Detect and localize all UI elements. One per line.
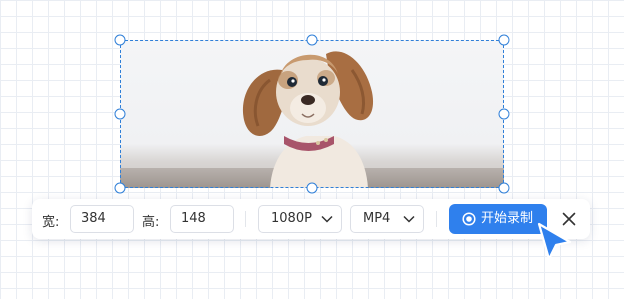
- recording-toolbar: 宽: 384 高: 148 1080P MP4 开始录制: [32, 199, 590, 239]
- resize-handle-bottom-left[interactable]: [114, 182, 126, 194]
- resolution-select[interactable]: 1080P: [258, 205, 342, 233]
- resize-handle-bottom-right[interactable]: [498, 182, 510, 194]
- height-input[interactable]: 148: [170, 205, 234, 233]
- height-label: 高:: [142, 215, 160, 230]
- format-select[interactable]: MP4: [350, 205, 424, 233]
- start-recording-label: 开始录制: [481, 211, 534, 226]
- record-icon: [462, 212, 476, 226]
- chevron-down-icon: [321, 215, 333, 223]
- resolution-value: 1080P: [271, 211, 312, 226]
- resize-handle-right[interactable]: [498, 108, 510, 120]
- width-input[interactable]: 384: [70, 205, 134, 233]
- selected-region-image[interactable]: [120, 40, 504, 188]
- format-value: MP4: [363, 211, 391, 226]
- resize-handle-left[interactable]: [114, 108, 126, 120]
- divider: [245, 211, 246, 227]
- divider: [436, 211, 437, 227]
- start-recording-button[interactable]: 开始录制: [449, 204, 547, 234]
- width-label: 宽:: [42, 215, 60, 230]
- resize-handle-top-right[interactable]: [498, 34, 510, 46]
- resize-handle-top[interactable]: [306, 34, 318, 46]
- chevron-down-icon: [403, 215, 415, 223]
- cursor-icon: [537, 222, 572, 261]
- resize-handle-bottom[interactable]: [306, 182, 318, 194]
- resize-handle-top-left[interactable]: [114, 34, 126, 46]
- puppy-illustration: [242, 51, 374, 188]
